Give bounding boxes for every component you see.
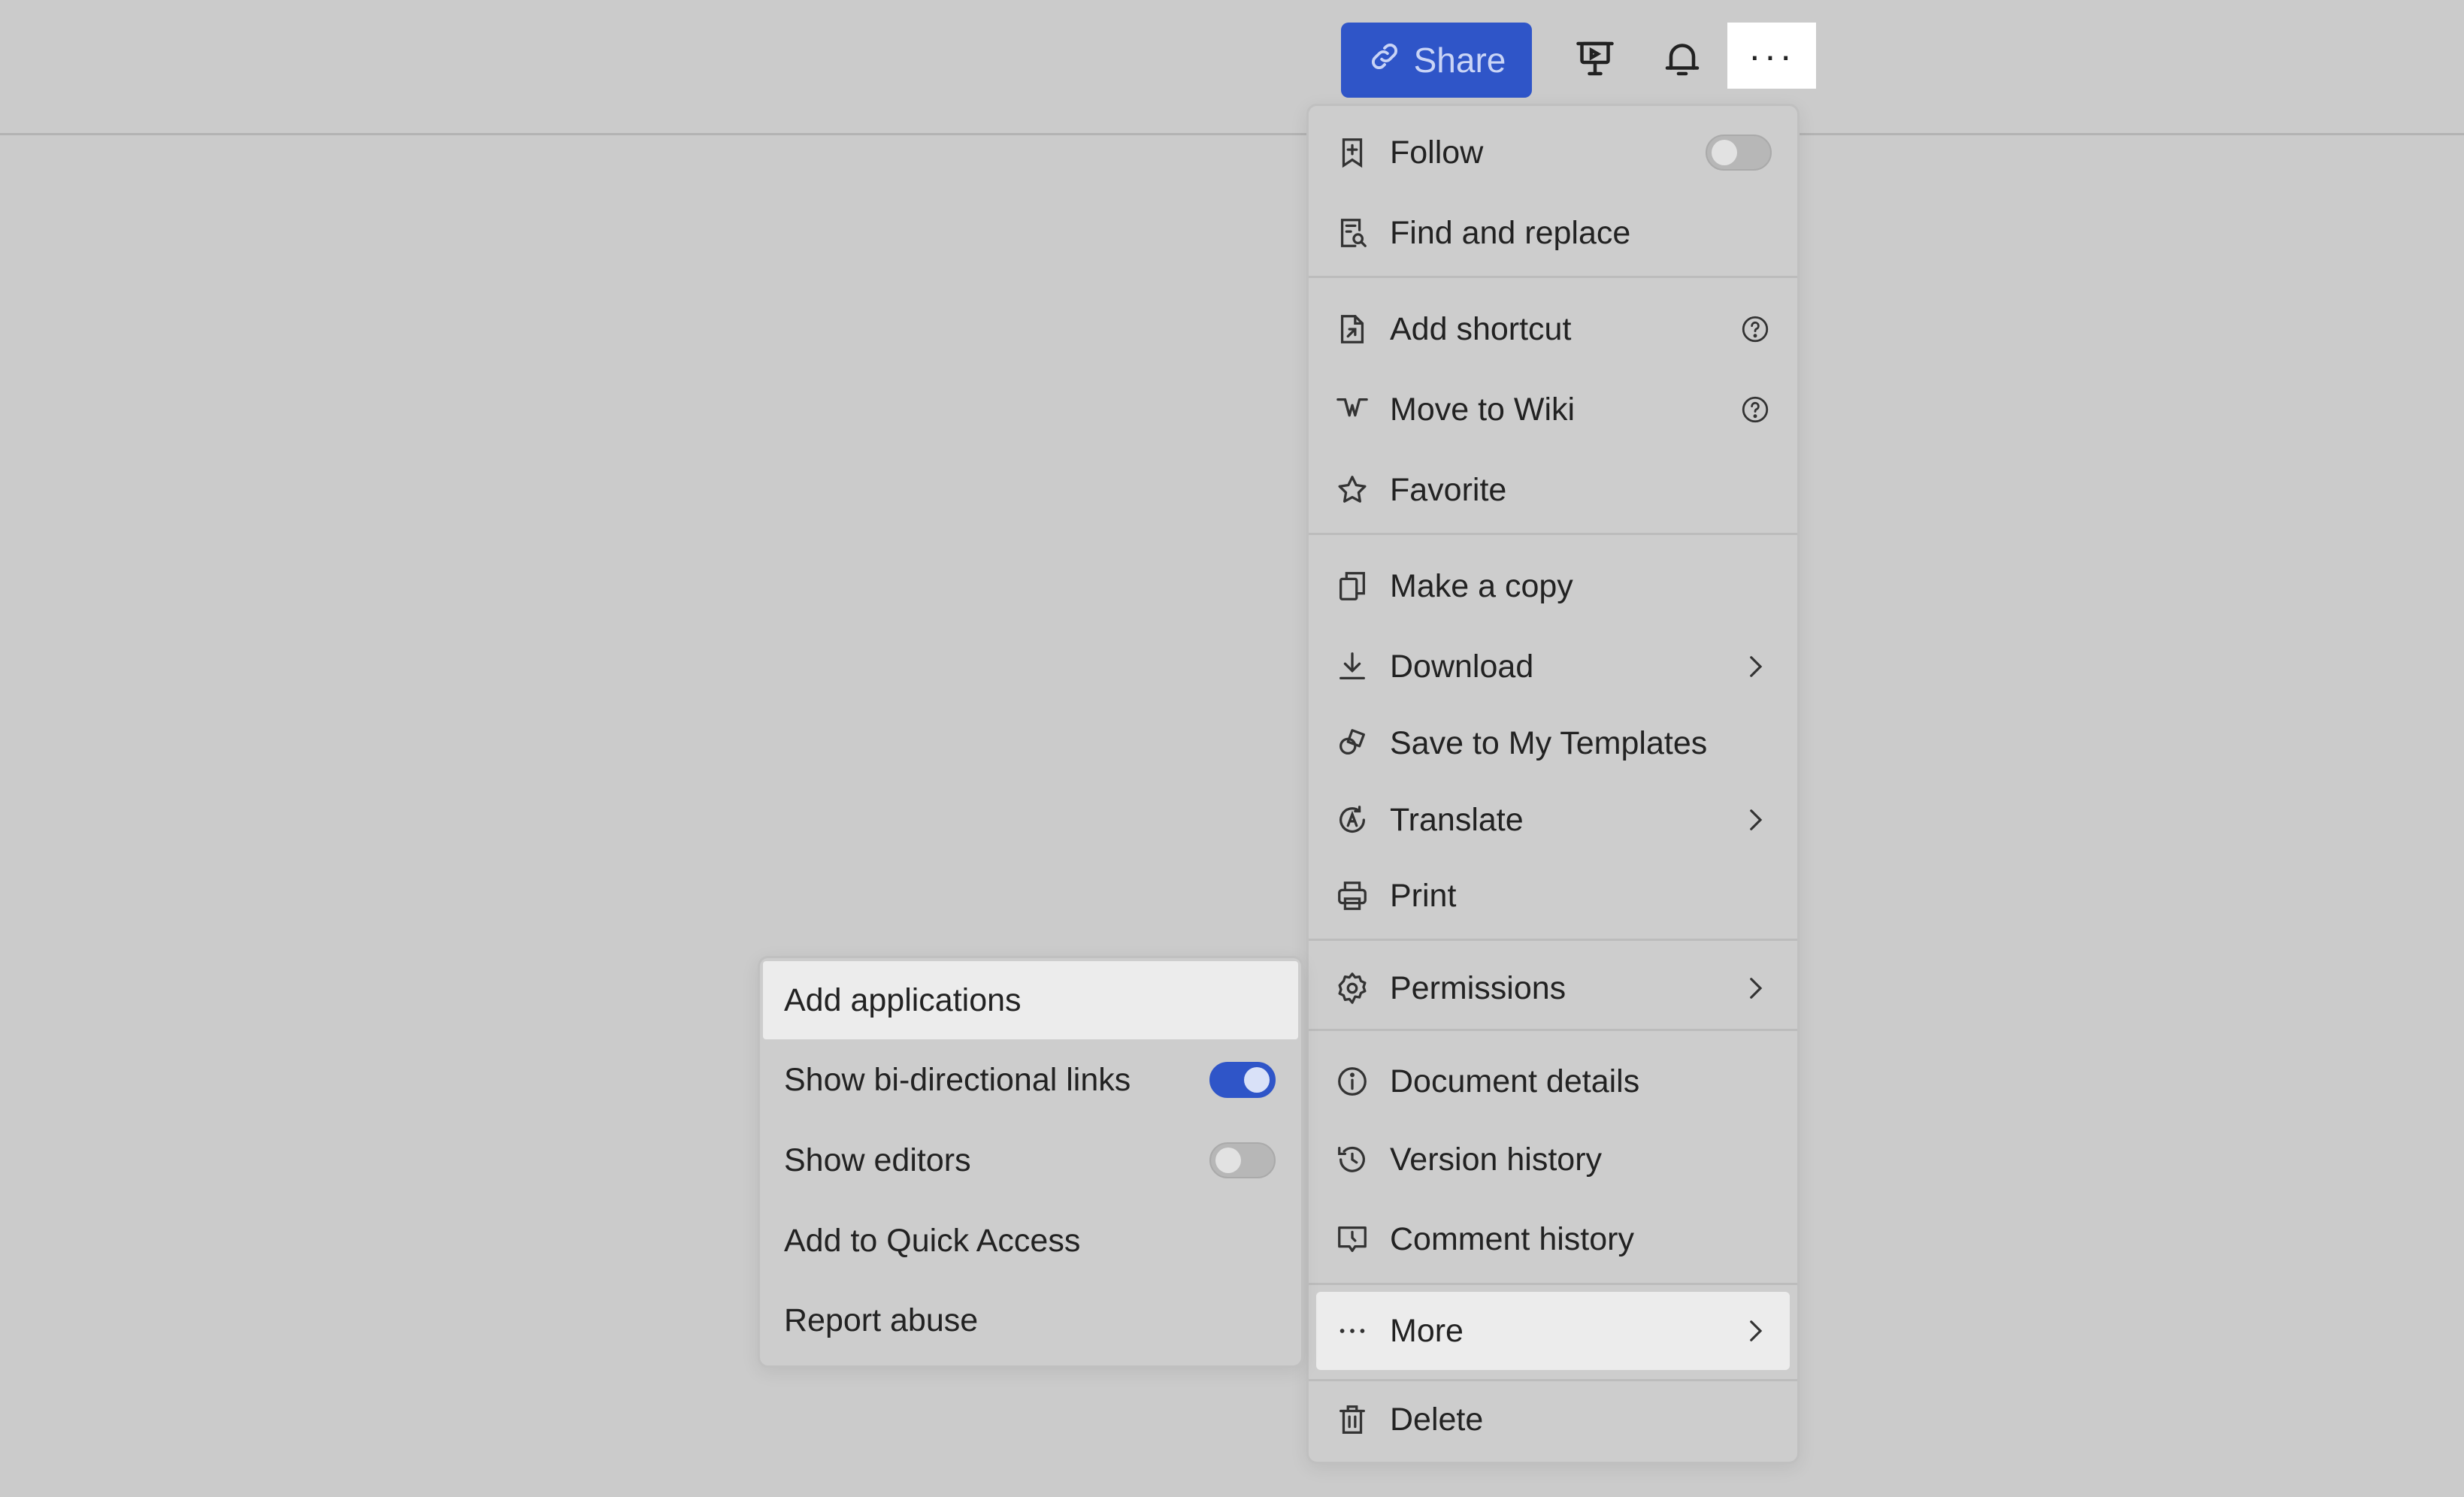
chevron-right-icon [1737,802,1773,838]
menu-item-label: Show editors [784,1142,971,1178]
menu-item-permissions[interactable]: Permissions [1309,951,1797,1026]
menu-item-print[interactable]: Print [1309,858,1797,933]
copy-icon [1333,567,1372,606]
more-submenu: Add applications Show bi-directional lin… [758,956,1303,1368]
toggle-knob [1244,1067,1270,1093]
more-options-button[interactable]: ··· [1727,23,1816,89]
menu-item-label: Follow [1390,134,1484,171]
menu-item-follow[interactable]: Follow [1309,115,1797,190]
menu-item-label: Report abuse [784,1302,979,1338]
menu-divider [1309,276,1797,278]
menu-item-favorite[interactable]: Favorite [1309,452,1797,528]
more-dots-icon: ··· [1748,35,1795,77]
star-icon [1333,470,1372,510]
menu-item-translate[interactable]: Translate [1309,782,1797,857]
menu-item-label: More [1390,1312,1464,1349]
menu-item-label: Permissions [1390,969,1566,1006]
submenu-item-report-abuse[interactable]: Report abuse [760,1283,1301,1358]
trash-icon [1333,1400,1372,1439]
menu-item-label: Add to Quick Access [784,1222,1081,1259]
help-icon[interactable] [1737,392,1773,428]
menu-item-label: Make a copy [1390,567,1573,604]
chevron-right-icon [1737,649,1773,685]
menu-item-label: Save to My Templates [1390,724,1708,761]
menu-item-document-details[interactable]: Document details [1309,1044,1797,1119]
chevron-right-icon [1737,970,1773,1006]
submenu-item-add-applications[interactable]: Add applications [763,961,1298,1039]
bookmark-add-icon [1333,133,1372,172]
menu-item-label: Document details [1390,1063,1640,1099]
find-replace-icon [1333,213,1372,253]
presentation-icon[interactable] [1563,27,1627,90]
bell-icon[interactable] [1651,27,1714,90]
menu-item-label: Add shortcut [1390,310,1572,347]
show-editors-toggle[interactable] [1209,1142,1276,1178]
menu-item-download[interactable]: Download [1309,629,1797,704]
menu-item-make-copy[interactable]: Make a copy [1309,549,1797,624]
menu-divider [1309,1283,1797,1285]
comment-history-icon [1333,1220,1372,1259]
submenu-item-bidirectional-links[interactable]: Show bi-directional links [760,1042,1301,1117]
bidirectional-links-toggle[interactable] [1209,1062,1276,1098]
help-icon[interactable] [1737,311,1773,347]
menu-item-label: Find and replace [1390,214,1631,251]
submenu-item-quick-access[interactable]: Add to Quick Access [760,1203,1301,1278]
menu-divider [1309,1379,1797,1381]
menu-item-delete[interactable]: Delete [1309,1382,1797,1457]
menu-item-label: Favorite [1390,471,1507,508]
menu-divider [1309,1029,1797,1031]
gear-icon [1333,969,1372,1008]
menu-item-find-replace[interactable]: Find and replace [1309,195,1797,271]
wiki-icon [1333,390,1372,429]
menu-item-comment-history[interactable]: Comment history [1309,1202,1797,1277]
menu-item-more[interactable]: More [1316,1292,1790,1370]
menu-item-label: Download [1390,648,1534,685]
menu-item-label: Print [1390,877,1457,914]
shortcut-icon [1333,310,1372,349]
menu-item-version-history[interactable]: Version history [1309,1122,1797,1197]
menu-item-label: Move to Wiki [1390,391,1576,428]
toggle-knob [1215,1148,1241,1173]
menu-item-label: Comment history [1390,1220,1634,1257]
info-icon [1333,1062,1372,1101]
download-icon [1333,647,1372,686]
chevron-right-icon [1737,1313,1773,1349]
document-options-menu: Follow Find and replace Add shortcut Mov… [1306,104,1800,1464]
menu-item-label: Delete [1390,1401,1484,1438]
translate-icon [1333,800,1372,839]
menu-item-move-to-wiki[interactable]: Move to Wiki [1309,372,1797,447]
share-button[interactable]: Share [1341,23,1532,98]
history-icon [1333,1140,1372,1179]
top-bar [0,0,2464,135]
menu-item-label: Translate [1390,801,1524,838]
more-dots-icon [1333,1311,1372,1350]
menu-item-add-shortcut[interactable]: Add shortcut [1309,292,1797,367]
link-icon [1367,39,1402,82]
template-icon [1333,724,1372,763]
submenu-item-show-editors[interactable]: Show editors [760,1123,1301,1198]
share-label: Share [1413,41,1506,80]
menu-divider [1309,533,1797,535]
menu-item-save-template[interactable]: Save to My Templates [1309,706,1797,781]
menu-item-label: Show bi-directional links [784,1061,1131,1098]
menu-item-label: Version history [1390,1141,1603,1178]
follow-toggle[interactable] [1706,135,1772,171]
toggle-knob [1712,140,1737,165]
menu-divider [1309,939,1797,941]
menu-item-label: Add applications [784,981,1022,1018]
printer-icon [1333,876,1372,915]
